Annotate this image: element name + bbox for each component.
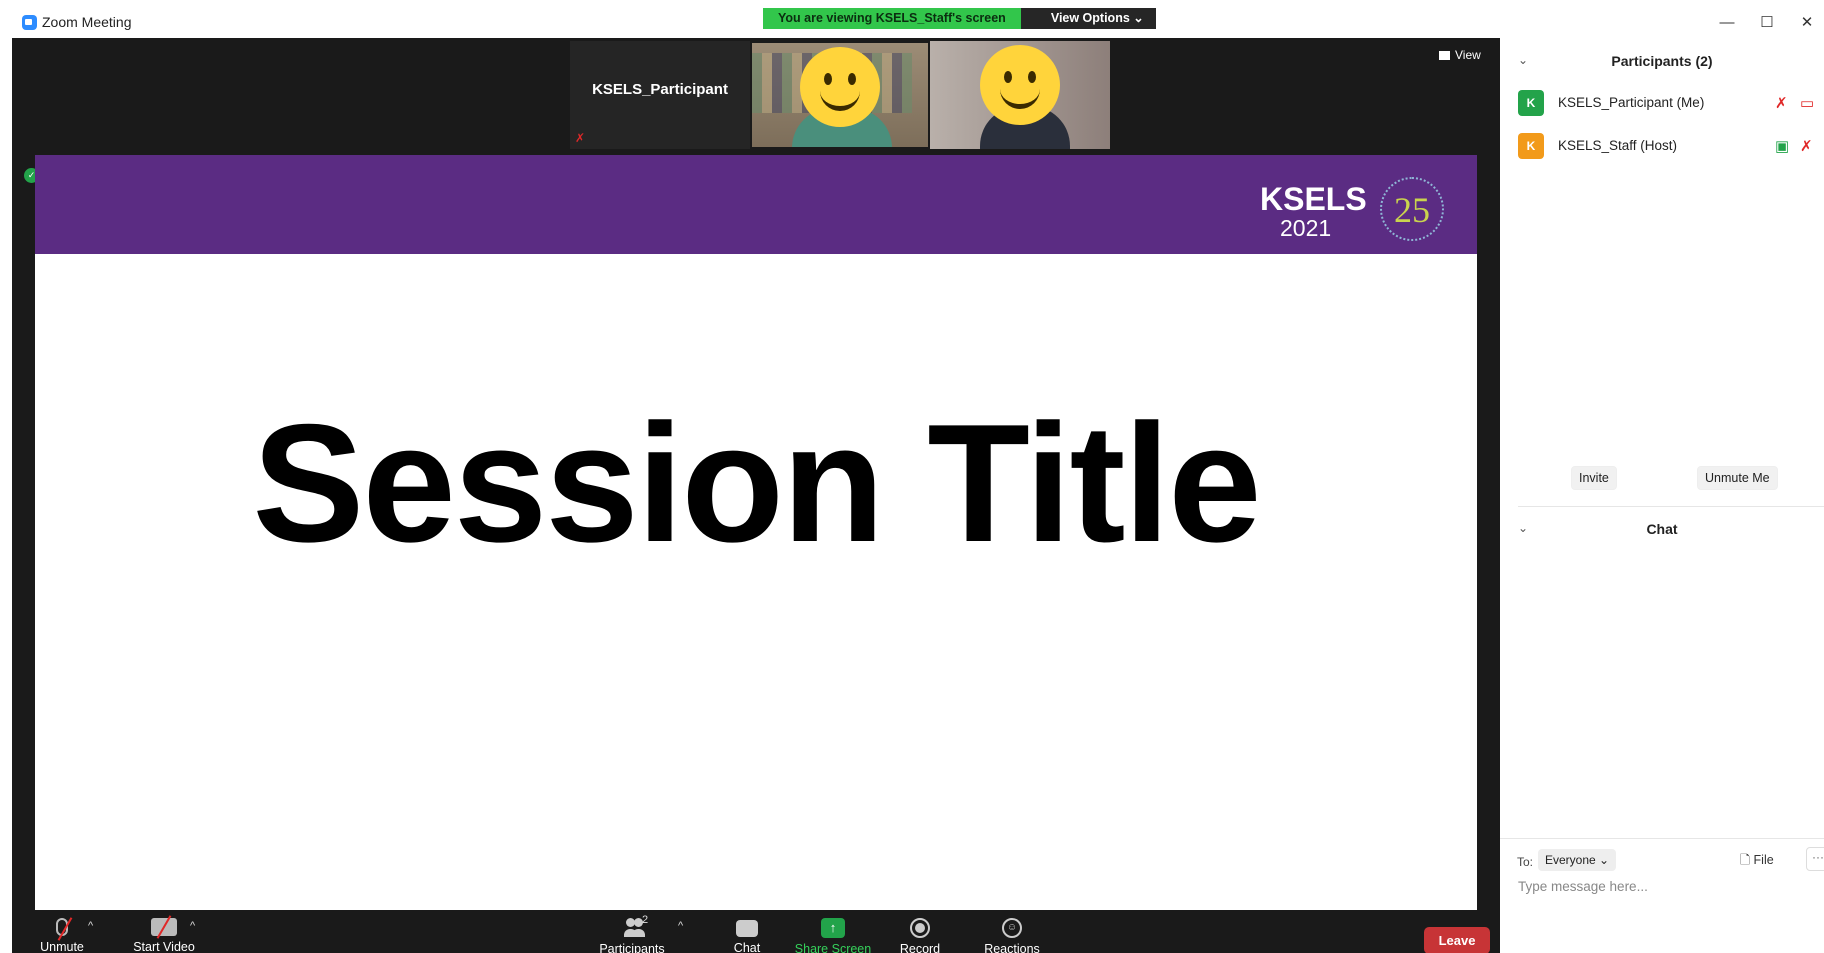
share-screen-button[interactable]: ↑ Share Screen — [788, 910, 878, 953]
chat-more-button[interactable]: ··· — [1806, 847, 1824, 871]
participant-name: KSELS_Staff (Host) — [1558, 138, 1678, 153]
share-banner: You are viewing KSELS_Staff's screen Vie… — [763, 8, 1156, 29]
reactions-button[interactable]: ☺ Reactions — [972, 910, 1052, 953]
participants-panel-title: Participants (2) — [1611, 53, 1713, 69]
ksels-logo-year: 2021 — [1280, 215, 1332, 241]
participant-video-1[interactable] — [750, 41, 930, 149]
meeting-toolbar: Unmute ^ Start Video ^ Participants 2 ^ … — [12, 910, 1500, 953]
chat-message-input[interactable] — [1516, 874, 1800, 898]
chat-label: Chat — [733, 941, 761, 953]
slide-session-title: Session Title — [252, 389, 1261, 577]
viewing-screen-indicator: You are viewing KSELS_Staff's screen — [763, 8, 1021, 29]
participant-avatar: K — [1518, 90, 1544, 116]
record-icon — [910, 918, 930, 938]
view-label: View — [1455, 48, 1481, 62]
file-label: File — [1753, 853, 1774, 867]
video-off-icon: ▭ — [1800, 95, 1815, 112]
anniversary-badge-logo: 25 — [1380, 177, 1444, 241]
chat-bubble-icon — [736, 920, 758, 937]
audio-options-chevron-icon[interactable]: ^ — [88, 920, 93, 932]
muted-mic-icon: ✗ — [575, 131, 586, 145]
meeting-stage: KSELS_Participant ✗ View ✓ KSELS 2021 25… — [12, 38, 1500, 953]
view-options-button[interactable]: View Options ⌄ — [1020, 8, 1156, 29]
participant-avatar: K — [1518, 133, 1544, 159]
participants-options-chevron-icon[interactable]: ^ — [678, 920, 683, 932]
screen-sharing-icon: ▣ — [1775, 138, 1790, 155]
microphone-muted-icon — [56, 917, 73, 941]
participant-row[interactable]: K KSELS_Participant (Me) ✗ ▭ — [1518, 90, 1818, 116]
close-button[interactable]: ✕ — [1792, 12, 1822, 34]
chat-panel-title: Chat — [1646, 521, 1678, 537]
share-screen-label: Share Screen — [794, 942, 872, 953]
window-title: Zoom Meeting — [42, 14, 132, 30]
emoji-reaction-icon: ☺ — [1002, 918, 1022, 938]
title-bar: Zoom Meeting You are viewing KSELS_Staff… — [12, 8, 1824, 38]
participants-count-badge: 2 — [642, 914, 649, 926]
view-layout-button[interactable]: View — [1439, 48, 1481, 62]
maximize-button[interactable]: ☐ — [1752, 12, 1782, 34]
panel-divider — [1518, 506, 1824, 507]
zoom-app-icon — [22, 15, 37, 30]
invite-button[interactable]: Invite — [1571, 466, 1617, 490]
video-thumbnail-strip: KSELS_Participant ✗ — [570, 41, 1110, 149]
unmute-button[interactable]: Unmute — [32, 910, 92, 953]
reactions-label: Reactions — [984, 942, 1040, 953]
muted-mic-icon: ✗ — [1800, 138, 1813, 155]
chat-to-label: To: — [1517, 855, 1534, 869]
chat-recipient-select[interactable]: Everyone ⌄ — [1538, 849, 1617, 871]
record-label: Record — [899, 942, 941, 953]
smiley-face-icon — [980, 45, 1060, 125]
start-video-label: Start Video — [133, 940, 195, 953]
unmute-me-button[interactable]: Unmute Me — [1697, 466, 1778, 490]
side-panel: ⌄ Participants (2) K KSELS_Participant (… — [1500, 38, 1824, 953]
participant-video-2[interactable] — [930, 41, 1110, 149]
video-camera-off-icon — [151, 915, 177, 939]
participant-row[interactable]: K KSELS_Staff (Host) ▣ ✗ — [1518, 133, 1818, 159]
zoom-window: Zoom Meeting You are viewing KSELS_Staff… — [12, 8, 1824, 953]
participant-tile-self[interactable]: KSELS_Participant ✗ — [570, 41, 750, 149]
unmute-label: Unmute — [40, 940, 84, 953]
participant-name: KSELS_Participant (Me) — [1558, 95, 1705, 110]
participants-button[interactable]: Participants — [592, 910, 672, 953]
ksels-logo-text: KSELS — [1260, 181, 1367, 217]
grid-view-icon — [1439, 50, 1450, 60]
chat-button[interactable]: Chat — [717, 910, 777, 953]
participants-label: Participants — [599, 942, 665, 953]
share-screen-arrow-icon: ↑ — [821, 918, 845, 938]
leave-meeting-button[interactable]: Leave — [1424, 927, 1490, 953]
smiley-face-icon — [800, 47, 880, 127]
minimize-button[interactable]: — — [1712, 12, 1742, 34]
chat-input-divider — [1500, 838, 1824, 839]
record-button[interactable]: Record — [885, 910, 955, 953]
muted-mic-icon: ✗ — [1775, 95, 1788, 112]
slide-header-band: KSELS 2021 25 — [35, 155, 1477, 254]
chat-file-button[interactable]: 🗋 File — [1740, 851, 1774, 872]
file-icon: 🗋 — [1740, 853, 1754, 867]
participant-tile-name: KSELS_Participant — [592, 81, 728, 98]
shared-screen-slide: KSELS 2021 25 Session Title — [35, 155, 1477, 910]
video-options-chevron-icon[interactable]: ^ — [190, 920, 195, 932]
